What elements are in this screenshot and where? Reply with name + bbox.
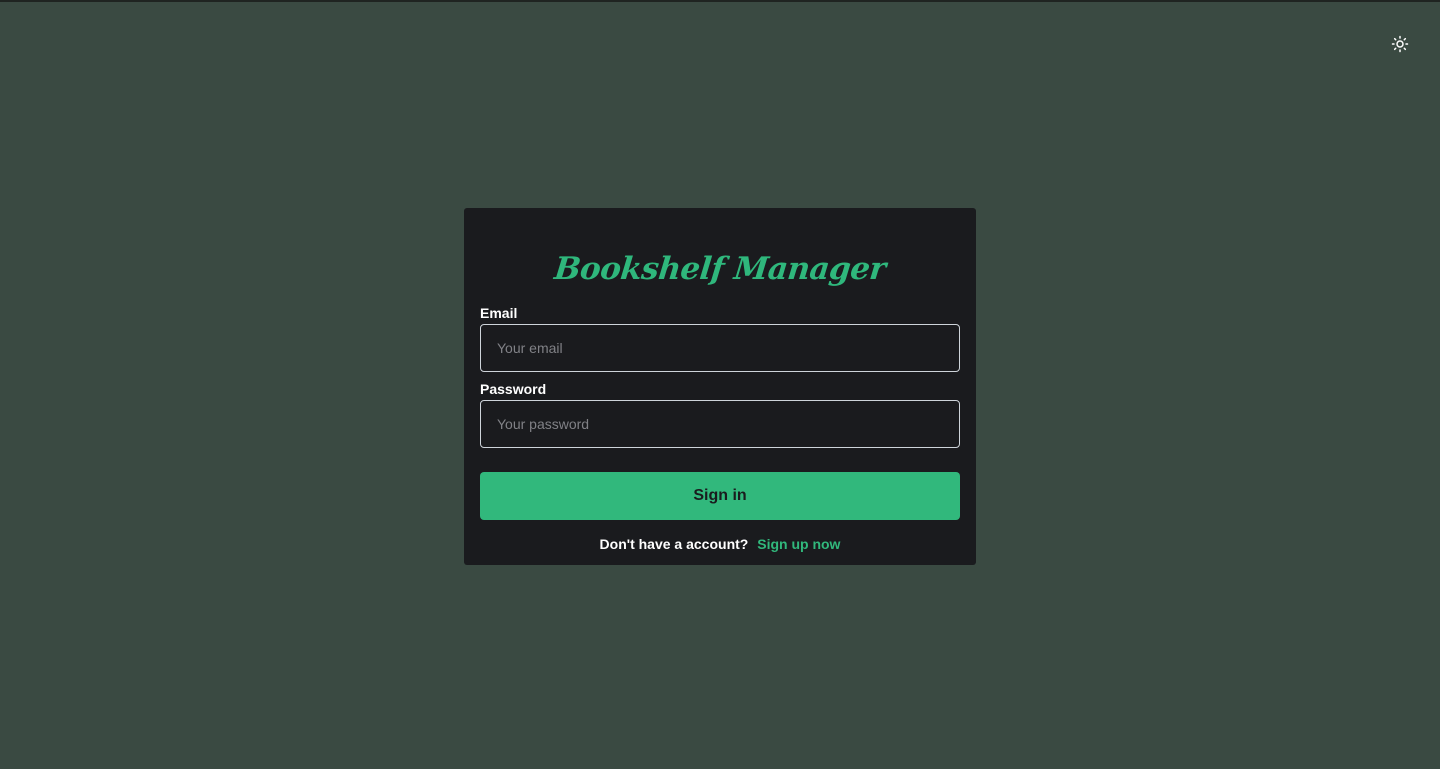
- signup-prompt: Don't have a account?: [599, 536, 749, 552]
- email-field[interactable]: [480, 324, 960, 372]
- login-card: Bookshelf Manager Email Password Sign in…: [464, 208, 976, 565]
- password-label: Password: [480, 381, 547, 397]
- theme-toggle-button[interactable]: [1390, 34, 1410, 54]
- brand-title: Bookshelf Manager: [552, 251, 888, 287]
- email-label: Email: [480, 305, 518, 321]
- sign-in-button[interactable]: Sign in: [480, 472, 960, 520]
- sign-up-link[interactable]: Sign up now: [757, 536, 840, 552]
- signup-footer: Don't have a account? Sign up now: [480, 535, 960, 553]
- password-field[interactable]: [480, 400, 960, 448]
- sun-icon: [1391, 35, 1409, 53]
